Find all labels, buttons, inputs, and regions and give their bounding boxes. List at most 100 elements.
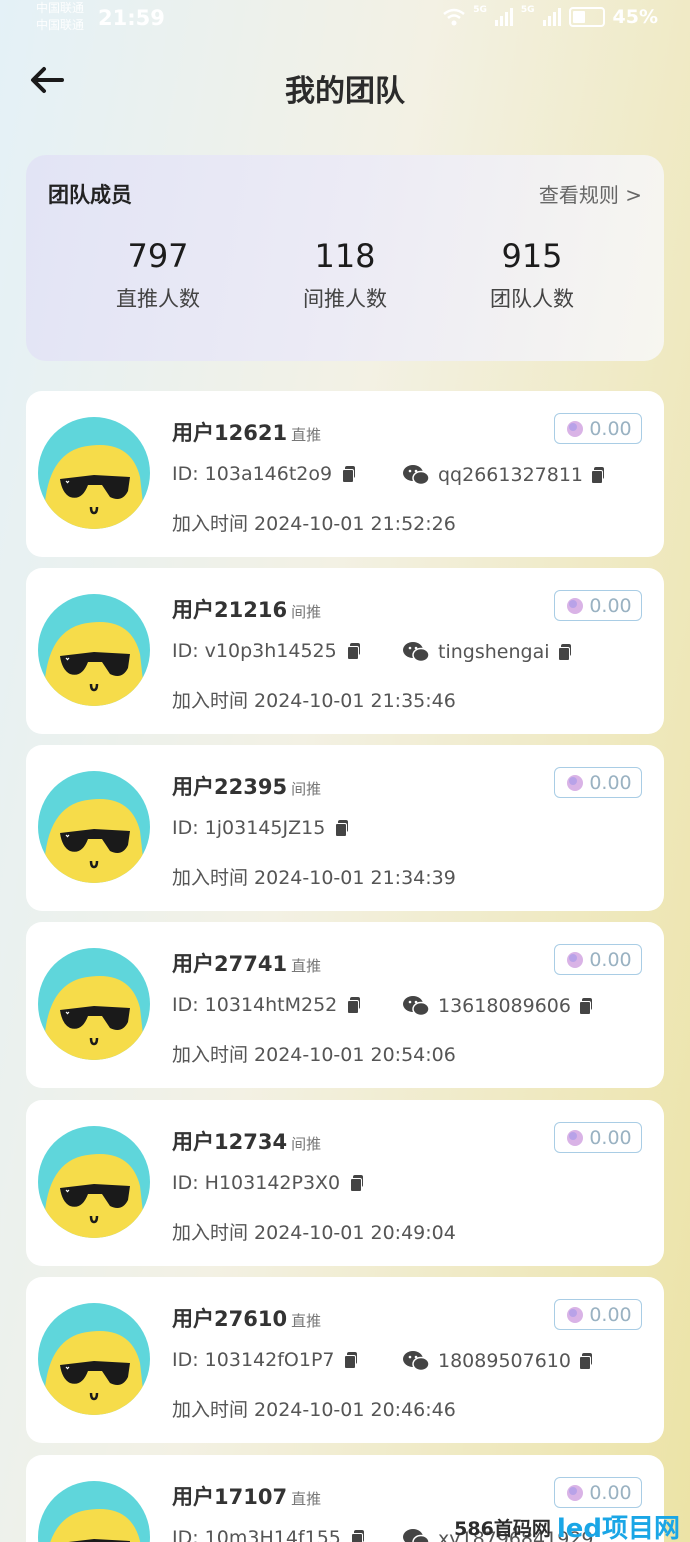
carrier-1: 中国联通 — [36, 1, 85, 15]
member-id-text: ID: 10m3H14f155 — [172, 1527, 341, 1542]
stat-value: 915 — [501, 237, 563, 275]
stat-label: 直推人数 — [116, 287, 200, 311]
member-wechat: 13618089606 — [402, 994, 593, 1018]
stat-indirect: 118 间推人数 — [265, 237, 425, 313]
member-wechat-text: 13618089606 — [438, 995, 571, 1017]
copy-icon[interactable] — [578, 998, 593, 1015]
member-id-text: ID: 103142fO1P7 — [172, 1349, 335, 1371]
member-name-text: 用户27741 — [172, 952, 288, 976]
member-card[interactable]: 用户12621 直推 0.00 ID: 103a146t2o9 qq2661327… — [26, 391, 664, 557]
wechat-icon — [403, 1351, 430, 1372]
member-id-text: ID: 10314htM252 — [172, 994, 338, 1016]
watermark-text: 586首码网 — [454, 1518, 551, 1540]
member-id-text: ID: 1j03145JZ15 — [172, 817, 326, 839]
member-card[interactable]: 用户27741 直推 0.00 ID: 10314htM252 136180896… — [26, 922, 664, 1088]
gem-icon — [567, 1129, 584, 1146]
member-wechat-text: tingshengai — [438, 641, 550, 663]
member-id: ID: 10314htM252 — [172, 994, 361, 1016]
member-type: 间推 — [291, 1135, 322, 1153]
copy-icon[interactable] — [591, 467, 605, 484]
gem-icon — [567, 1484, 584, 1501]
member-name: 用户22395 间推 — [172, 771, 321, 801]
status-icons: 5G 5G 45% — [443, 6, 658, 28]
battery-percent: 45% — [612, 6, 658, 28]
gem-icon — [567, 951, 584, 968]
copy-icon[interactable] — [342, 466, 356, 483]
member-card[interactable]: 用户21216 间推 0.00 ID: v10p3h14525 tingsheng… — [26, 568, 664, 734]
avatar — [38, 1126, 150, 1238]
member-amount: 0.00 — [589, 417, 632, 440]
member-amount-badge: 0.00 — [554, 767, 642, 798]
team-summary-card: 团队成员 查看规则 > 797 直推人数 118 间推人数 915 团队人数 — [26, 155, 664, 361]
clock: 21:59 — [98, 6, 165, 30]
page-title: 我的团队 — [285, 74, 405, 109]
watermark: 586首码网 led项目网 — [454, 1514, 680, 1542]
member-name: 用户27741 直推 — [172, 948, 321, 978]
gem-icon — [567, 597, 584, 614]
member-id-text: ID: v10p3h14525 — [172, 640, 337, 662]
wifi-icon — [443, 8, 465, 26]
summary-title: 团队成员 — [48, 183, 132, 207]
member-name: 用户12621 直推 — [172, 417, 321, 447]
view-rules-link[interactable]: 查看规则 > — [539, 179, 642, 208]
member-name: 用户12734 间推 — [172, 1126, 321, 1156]
member-card[interactable]: 用户27610 直推 0.00 ID: 103142fO1P7 180895076… — [26, 1277, 664, 1443]
copy-icon[interactable] — [350, 1530, 365, 1542]
member-join-time: 加入时间 2024-10-01 20:54:06 — [172, 1044, 456, 1066]
member-id: ID: 10m3H14f155 — [172, 1527, 365, 1542]
stat-value: 797 — [127, 237, 189, 275]
member-type: 直推 — [291, 1312, 322, 1330]
wechat-icon — [403, 642, 430, 663]
copy-icon[interactable] — [347, 997, 361, 1014]
copy-icon[interactable] — [344, 1352, 358, 1369]
member-amount-badge: 0.00 — [554, 944, 642, 975]
member-type: 直推 — [291, 426, 322, 444]
avatar — [38, 771, 150, 883]
copy-icon[interactable] — [346, 643, 361, 660]
member-amount: 0.00 — [589, 1481, 632, 1504]
signal-icon-1 — [494, 8, 513, 26]
net-label-2: 5G — [520, 5, 535, 15]
avatar — [38, 1303, 150, 1415]
member-amount-badge: 0.00 — [554, 1299, 642, 1330]
member-amount: 0.00 — [589, 948, 632, 971]
member-id: ID: 103142fO1P7 — [172, 1349, 358, 1371]
member-type: 直推 — [291, 957, 322, 975]
member-id: ID: 103a146t2o9 — [172, 463, 356, 485]
stat-label: 团队人数 — [490, 287, 574, 311]
copy-icon[interactable] — [557, 644, 572, 661]
member-name-text: 用户12734 — [172, 1130, 288, 1154]
member-card[interactable]: 用户22395 间推 0.00 ID: 1j03145JZ15 加入时间 2024… — [26, 745, 664, 911]
member-name-text: 用户12621 — [172, 421, 288, 445]
watermark-logo: led项目网 — [556, 1514, 680, 1542]
member-join-time: 加入时间 2024-10-01 21:52:26 — [172, 513, 456, 535]
stat-value: 118 — [314, 237, 376, 275]
member-join-time: 加入时间 2024-10-01 21:35:46 — [172, 690, 456, 712]
copy-icon[interactable] — [350, 1175, 364, 1192]
member-name: 用户27610 直推 — [172, 1303, 321, 1333]
member-card[interactable]: 用户12734 间推 0.00 ID: H103142P3X0 加入时间 2024… — [26, 1100, 664, 1266]
member-join-time: 加入时间 2024-10-01 20:46:46 — [172, 1399, 456, 1421]
member-id: ID: 1j03145JZ15 — [172, 817, 349, 839]
member-name-text: 用户22395 — [172, 775, 288, 799]
copy-icon[interactable] — [578, 1353, 593, 1370]
nav-bar: 我的团队 — [0, 50, 690, 120]
stat-direct: 797 直推人数 — [78, 237, 238, 313]
member-id: ID: H103142P3X0 — [172, 1172, 364, 1194]
member-amount-badge: 0.00 — [554, 1477, 642, 1508]
member-name-text: 用户17107 — [172, 1485, 288, 1509]
copy-icon[interactable] — [335, 820, 349, 837]
avatar — [38, 594, 150, 706]
status-bar: 中国联通 中国联通 21:59 5G 5G 45% — [0, 0, 690, 40]
member-amount: 0.00 — [589, 594, 632, 617]
member-wechat: tingshengai — [402, 640, 572, 664]
member-name: 用户21216 间推 — [172, 594, 321, 624]
stat-label: 间推人数 — [303, 287, 387, 311]
stat-team-total: 915 团队人数 — [452, 237, 612, 313]
member-name-text: 用户21216 — [172, 598, 288, 622]
member-join-time: 加入时间 2024-10-01 21:34:39 — [172, 867, 456, 889]
gem-icon — [567, 1306, 584, 1323]
member-type: 间推 — [291, 603, 322, 621]
member-amount: 0.00 — [589, 771, 632, 794]
member-amount: 0.00 — [589, 1303, 632, 1326]
